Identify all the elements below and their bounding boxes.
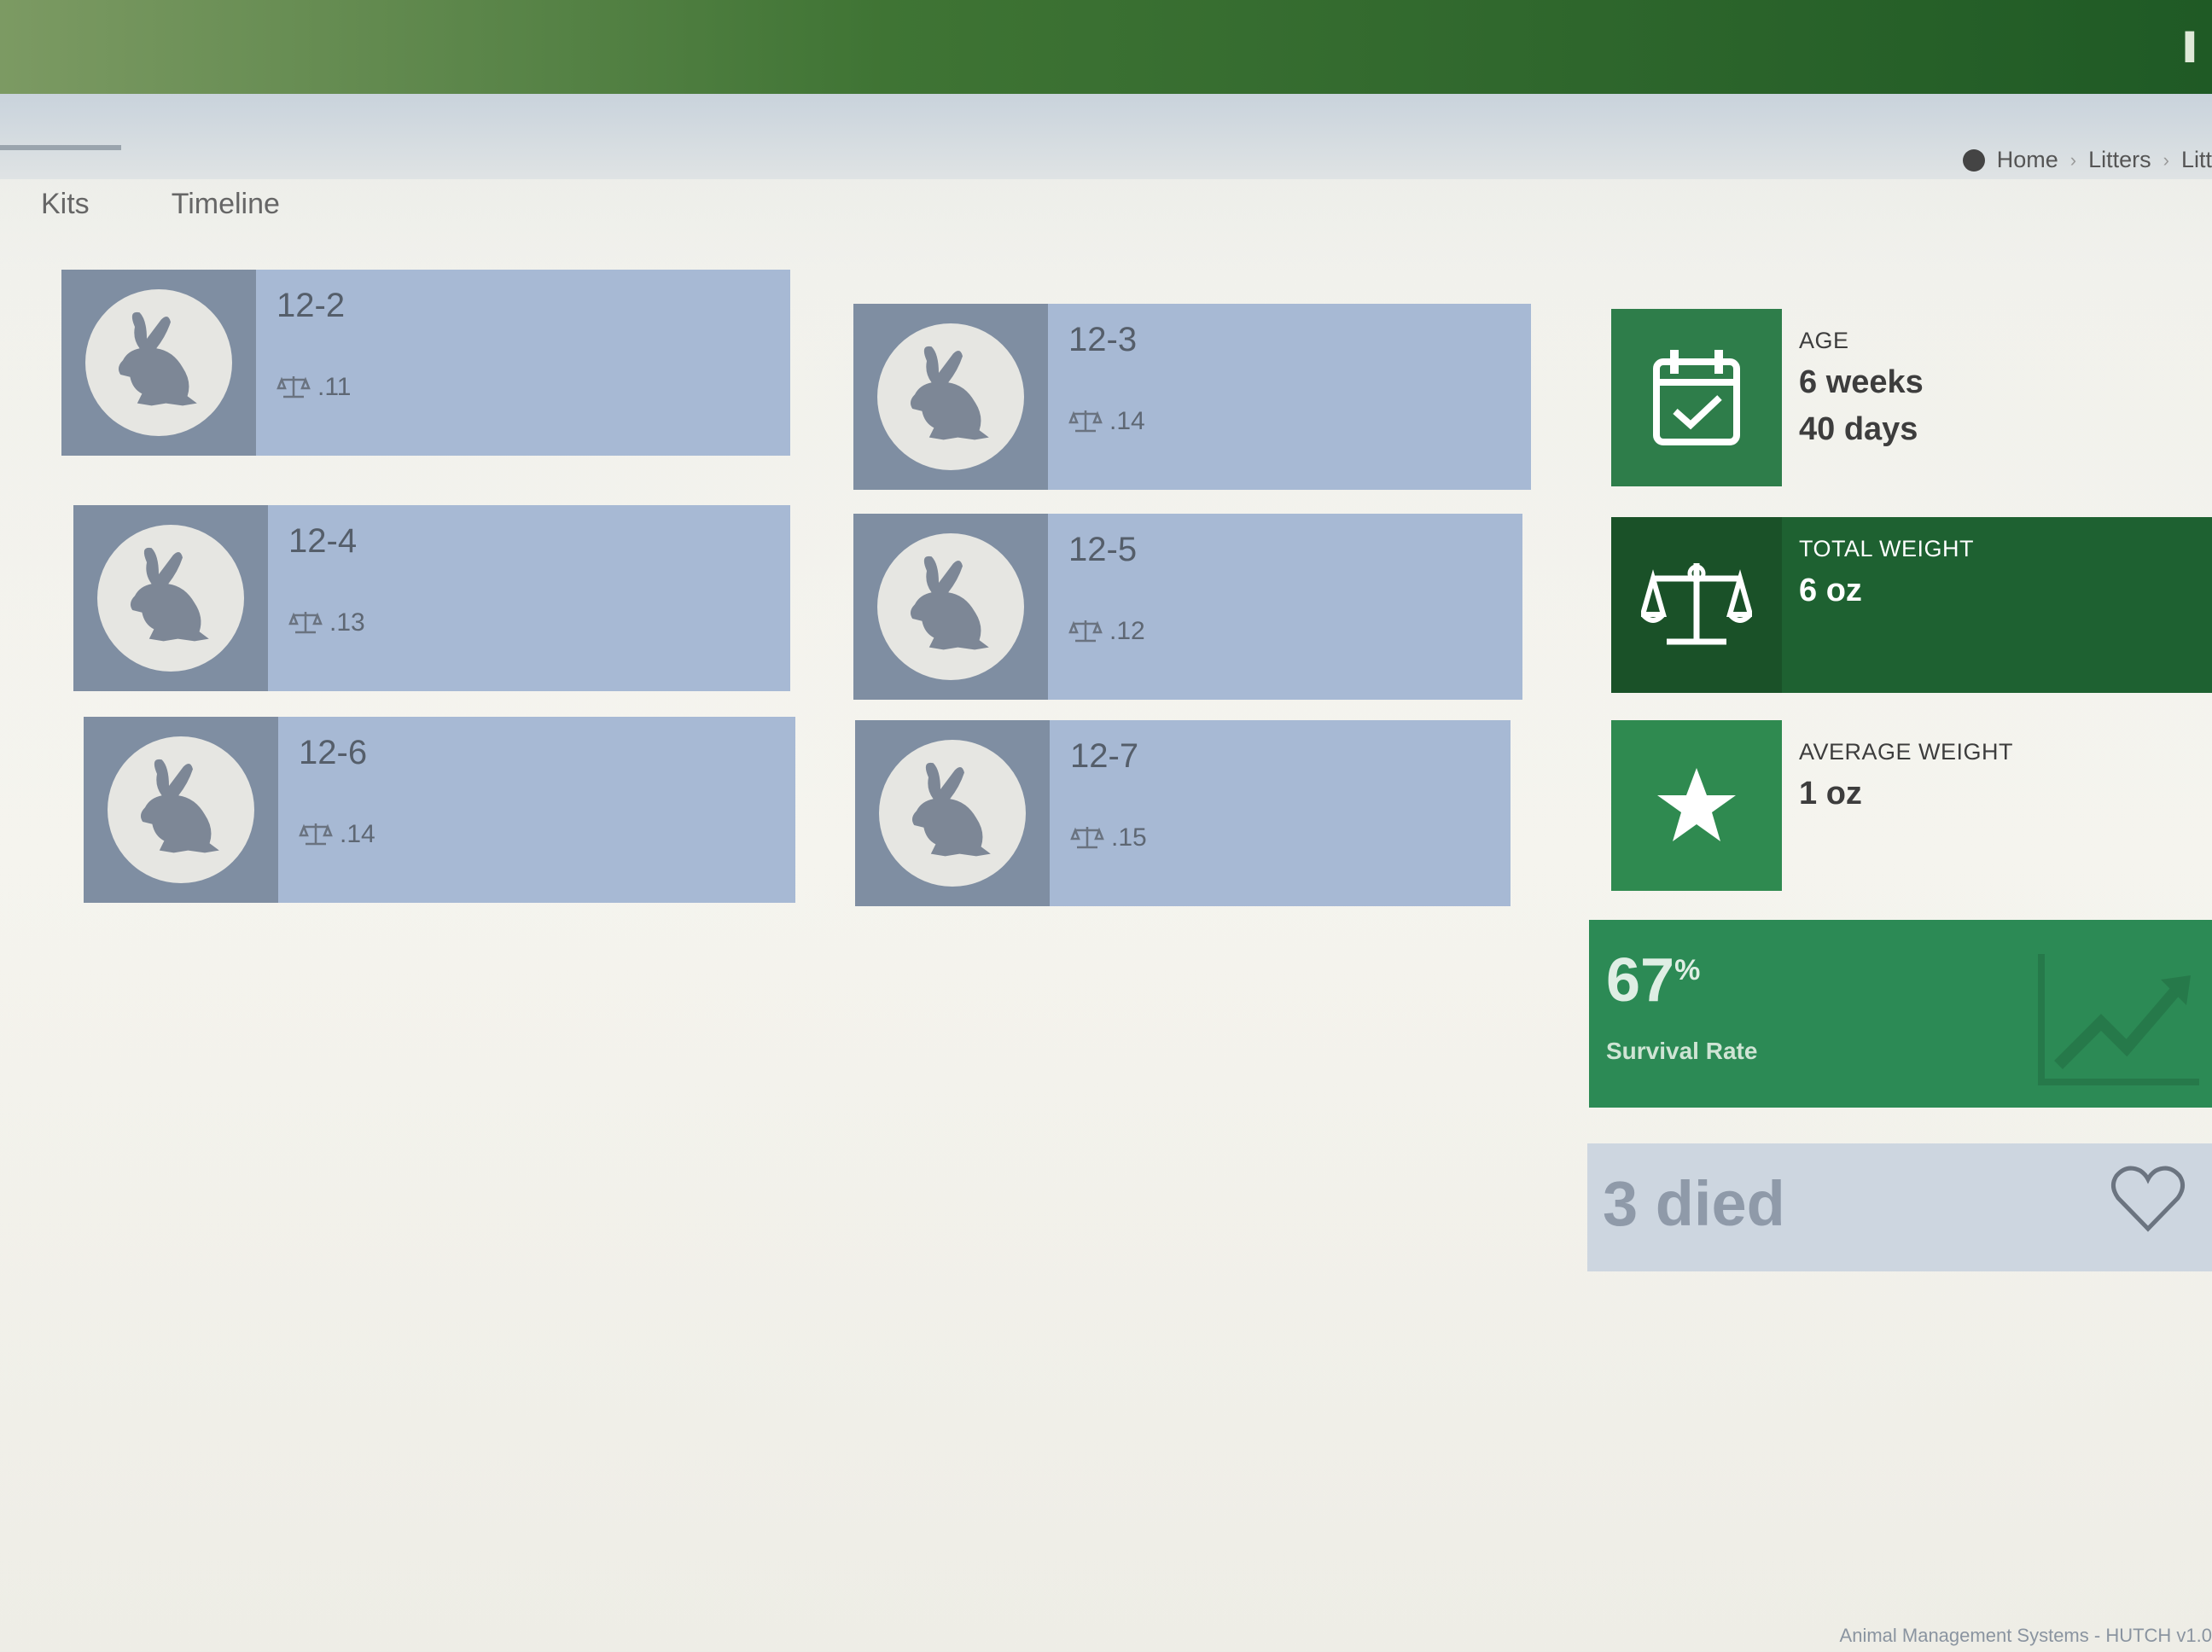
survival-rate-unit: % <box>1674 954 1701 986</box>
rabbit-icon <box>877 533 1024 680</box>
kit-weight-value: .11 <box>317 373 352 401</box>
trend-chart-icon <box>2038 954 2199 1085</box>
survival-rate-label: Survival Rate <box>1606 1038 1758 1064</box>
kit-thumbnail <box>853 304 1048 490</box>
total-weight-icon-box <box>1611 517 1782 693</box>
survival-rate-tile: 67% Survival Rate <box>1589 920 2212 1108</box>
kit-card[interactable]: 12-5 .12 <box>853 514 1522 700</box>
kit-weight: .14 <box>1068 407 1511 436</box>
kit-thumbnail <box>853 514 1048 700</box>
rabbit-icon <box>97 525 244 672</box>
kit-weight: .12 <box>1068 617 1502 646</box>
kit-card[interactable]: 12-4 .13 <box>73 505 790 691</box>
scale-icon <box>1641 563 1752 645</box>
kit-name: 12-6 <box>299 734 368 771</box>
kit-name: 12-5 <box>1068 531 1138 568</box>
average-weight-label: AVERAGE WEIGHT <box>1799 739 2014 765</box>
tab-timeline[interactable]: Timeline <box>131 145 321 230</box>
app-header-bar: ▐ <box>0 0 2212 94</box>
kit-name: 12-3 <box>1068 321 1138 358</box>
scale-icon <box>1068 410 1103 433</box>
kit-card[interactable]: 12-2 .11 <box>61 270 790 456</box>
average-weight-icon-box <box>1611 720 1782 891</box>
kit-card[interactable]: 12-3 .14 <box>853 304 1531 490</box>
kit-weight: .14 <box>299 820 775 849</box>
rabbit-icon <box>108 736 254 883</box>
total-weight-value: 6 oz <box>1799 573 1862 608</box>
total-weight-label: TOTAL WEIGHT <box>1799 536 1975 561</box>
kit-weight-value: .12 <box>1109 617 1145 645</box>
kit-thumbnail <box>61 270 256 456</box>
kit-card[interactable]: 12-7 .15 <box>855 720 1511 906</box>
scale-icon <box>288 612 323 634</box>
kit-weight-value: .15 <box>1111 823 1147 852</box>
breadcrumb-home[interactable]: Home <box>1997 147 2058 173</box>
subheader-band <box>0 94 2212 179</box>
breadcrumb-separator: › <box>2163 148 2169 171</box>
footer-text: Animal Management Systems - HUTCH v1.0 <box>1839 1625 2212 1646</box>
kit-name: 12-7 <box>1070 737 1139 775</box>
breadcrumb: Home › Litters › Litt <box>1962 147 2212 173</box>
scale-icon <box>299 823 333 846</box>
kit-thumbnail <box>855 720 1050 906</box>
rabbit-icon <box>85 289 232 436</box>
age-label: AGE <box>1799 328 1849 353</box>
scale-icon <box>1070 827 1104 849</box>
kit-name: 12-2 <box>276 287 346 324</box>
kit-weight-value: .13 <box>329 608 365 637</box>
home-icon[interactable] <box>1962 148 1985 172</box>
survival-rate-number: 67 <box>1606 946 1675 1015</box>
tab-kits[interactable]: Kits <box>0 145 131 230</box>
age-days: 40 days <box>1799 411 1918 447</box>
scale-icon <box>1068 620 1103 643</box>
survival-rate-value: 67% <box>1606 945 1700 1015</box>
calendar-check-icon <box>1653 350 1740 445</box>
breadcrumb-litters[interactable]: Litters <box>2088 147 2151 173</box>
breadcrumb-current: Litt <box>2180 147 2212 172</box>
heart-icon <box>2111 1166 2185 1232</box>
average-weight-tile: AVERAGE WEIGHT 1 oz <box>1611 720 2212 891</box>
kit-name: 12-4 <box>288 522 358 560</box>
star-icon <box>1657 768 1736 841</box>
rabbit-icon <box>877 323 1024 470</box>
scale-icon <box>276 376 311 398</box>
age-icon-box <box>1611 309 1782 486</box>
menu-corner-icon[interactable]: ▐ <box>2176 32 2202 63</box>
kit-weight-value: .14 <box>340 820 375 848</box>
kit-weight: .15 <box>1070 823 1490 852</box>
kit-weight-value: .14 <box>1109 407 1145 435</box>
kit-thumbnail <box>84 717 278 903</box>
kit-weight: .11 <box>276 373 770 402</box>
kit-card[interactable]: 12-6 .14 <box>84 717 795 903</box>
kit-weight: .13 <box>288 608 770 637</box>
rabbit-icon <box>879 740 1026 887</box>
died-count: 3 died <box>1603 1168 1785 1239</box>
kit-thumbnail <box>73 505 268 691</box>
died-tile: 3 died <box>1587 1143 2212 1271</box>
age-tile: AGE 6 weeks 40 days <box>1611 309 2212 486</box>
average-weight-value: 1 oz <box>1799 776 1862 811</box>
tab-bar: Kits Timeline <box>0 145 321 230</box>
breadcrumb-separator: › <box>2069 148 2077 171</box>
total-weight-tile: TOTAL WEIGHT 6 oz <box>1611 517 2212 693</box>
age-weeks: 6 weeks <box>1799 364 1924 400</box>
